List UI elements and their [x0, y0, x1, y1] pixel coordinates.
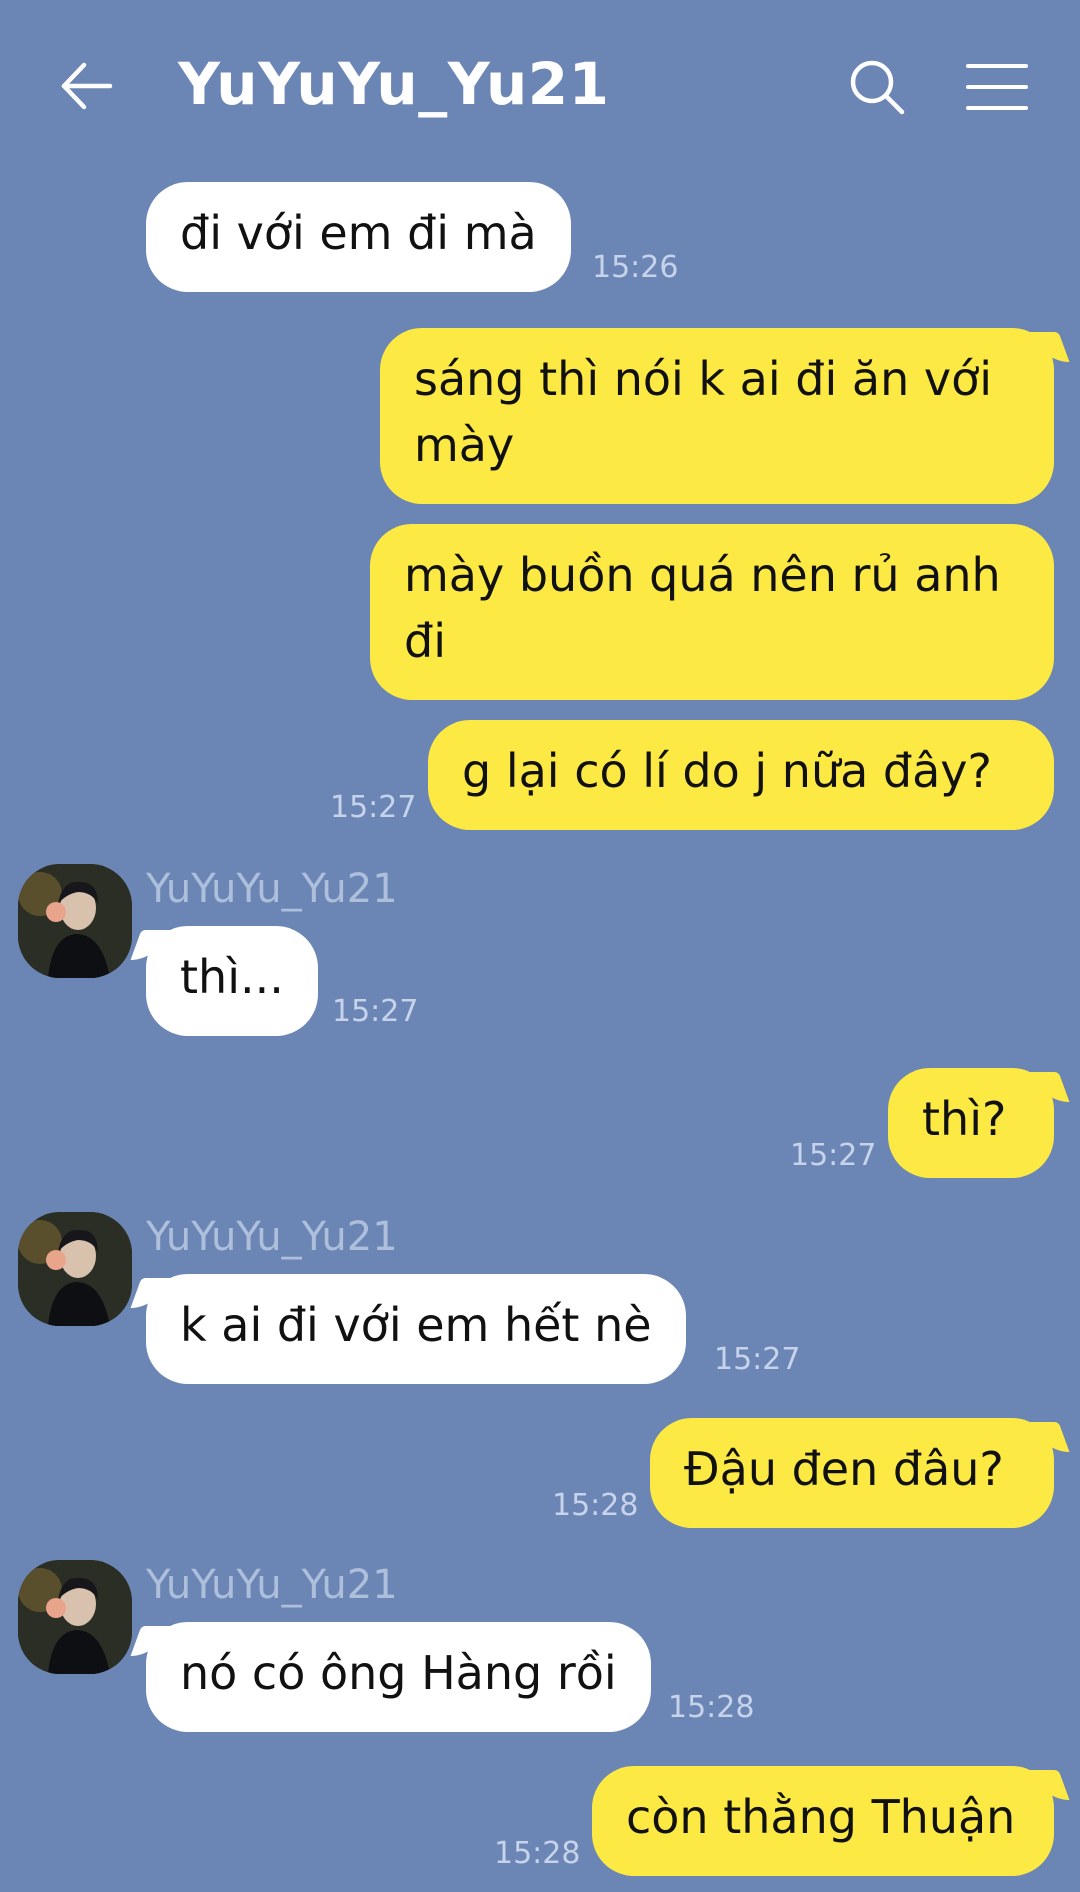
message-bubble-outgoing[interactable]: sáng thì nói k ai đi ăn với mày	[380, 328, 1054, 504]
message-text: sáng thì nói k ai đi ăn với mày	[414, 352, 992, 472]
message-bubble-incoming[interactable]: đi với em đi mà	[146, 182, 571, 292]
sender-name: YuYuYu_Yu21	[146, 866, 398, 912]
sender-name: YuYuYu_Yu21	[146, 1562, 398, 1608]
message-text: g lại có lí do j nữa đây?	[462, 744, 992, 798]
avatar[interactable]	[18, 1212, 132, 1326]
message-bubble-outgoing[interactable]: thì?	[888, 1068, 1054, 1178]
message-text: mày buồn quá nên rủ anh đi	[404, 548, 1001, 668]
message-timestamp: 15:27	[332, 994, 419, 1029]
message-bubble-outgoing[interactable]: mày buồn quá nên rủ anh đi	[370, 524, 1054, 700]
menu-button[interactable]	[964, 56, 1030, 118]
hamburger-menu-icon	[966, 64, 1028, 110]
sender-name: YuYuYu_Yu21	[146, 1214, 398, 1260]
message-timestamp: 15:27	[790, 1138, 877, 1173]
message-bubble-outgoing[interactable]: còn thằng Thuận	[592, 1766, 1054, 1876]
message-timestamp: 15:28	[668, 1690, 755, 1725]
avatar[interactable]	[18, 864, 132, 978]
message-timestamp: 15:28	[552, 1488, 639, 1523]
message-text: còn thằng Thuận	[626, 1790, 1016, 1844]
chat-header: YuYuYu_Yu21	[0, 0, 1080, 170]
message-bubble-incoming[interactable]: nó có ông Hàng rồi	[146, 1622, 651, 1732]
arrow-left-icon	[61, 62, 113, 110]
message-bubble-outgoing[interactable]: g lại có lí do j nữa đây?	[428, 720, 1054, 830]
search-button[interactable]	[846, 56, 908, 118]
message-text: k ai đi với em hết nè	[180, 1298, 652, 1352]
message-text: thì...	[180, 950, 284, 1004]
avatar-photo	[18, 1560, 132, 1674]
message-text: đi với em đi mà	[180, 206, 537, 260]
message-text: thì?	[922, 1092, 1007, 1146]
chat-title: YuYuYu_Yu21	[178, 50, 610, 118]
back-button[interactable]	[56, 55, 118, 117]
message-bubble-incoming[interactable]: thì...	[146, 926, 318, 1036]
search-icon	[850, 60, 905, 115]
message-timestamp: 15:27	[714, 1342, 801, 1377]
message-timestamp: 15:26	[592, 250, 679, 285]
avatar-photo	[18, 864, 132, 978]
message-text: nó có ông Hàng rồi	[180, 1646, 617, 1700]
message-timestamp: 15:27	[330, 790, 417, 825]
message-bubble-outgoing[interactable]: Đậu đen đâu?	[650, 1418, 1054, 1528]
avatar[interactable]	[18, 1560, 132, 1674]
message-timestamp: 15:28	[494, 1836, 581, 1871]
avatar-photo	[18, 1212, 132, 1326]
message-text: Đậu đen đâu?	[684, 1442, 1004, 1496]
message-bubble-incoming[interactable]: k ai đi với em hết nè	[146, 1274, 686, 1384]
